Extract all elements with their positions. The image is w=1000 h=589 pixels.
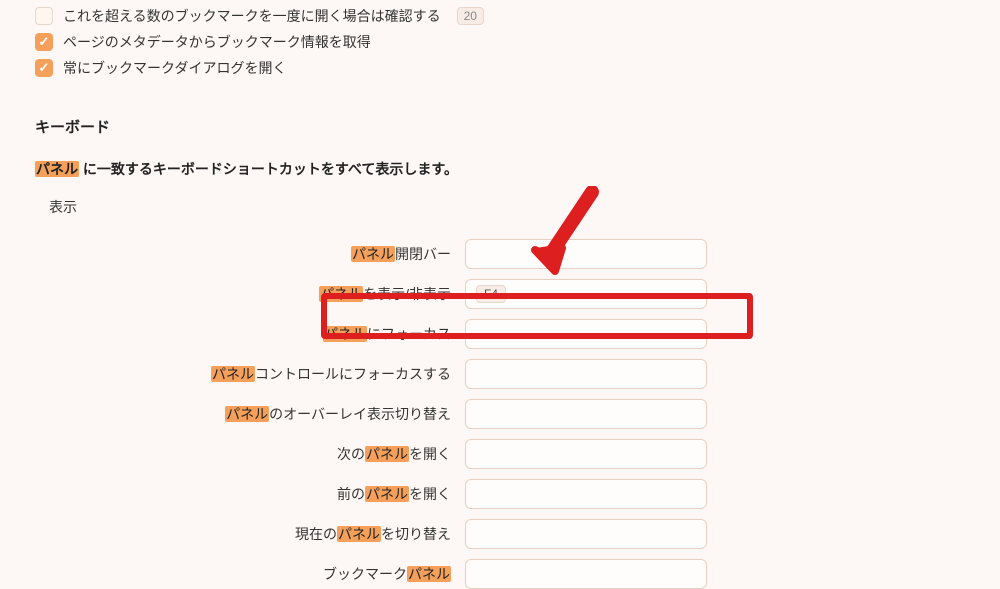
shortcut-label-suffix: 開閉バー	[395, 246, 451, 262]
checkbox-always-dialog-row: 常にブックマークダイアログを開く	[35, 58, 965, 78]
shortcut-label-highlight: パネル	[319, 286, 363, 302]
shortcut-input[interactable]	[465, 239, 707, 269]
shortcut-row: パネルにフォーカス	[35, 319, 965, 349]
shortcut-label: 前のパネルを開く	[35, 484, 465, 504]
shortcut-input[interactable]	[465, 439, 707, 469]
shortcut-label-suffix: を表示/非表示	[363, 286, 451, 302]
shortcut-input[interactable]	[465, 319, 707, 349]
checkbox-always-dialog[interactable]	[35, 59, 53, 77]
shortcut-key-chip: F4	[476, 285, 506, 303]
shortcut-label: パネルコントロールにフォーカスする	[35, 364, 465, 384]
shortcut-label: パネルのオーバーレイ表示切り替え	[35, 404, 465, 424]
checkbox-confirm-open-row: これを超える数のブックマークを一度に開く場合は確認する 20	[35, 6, 965, 26]
checkbox-metadata-label: ページのメタデータからブックマーク情報を取得	[63, 32, 371, 52]
shortcut-label-suffix: コントロールにフォーカスする	[255, 366, 451, 382]
checkbox-confirm-open[interactable]	[35, 7, 53, 25]
shortcut-label-suffix: を開く	[409, 486, 451, 502]
shortcut-row: ブックマークパネル	[35, 559, 965, 589]
shortcut-row: 現在のパネルを切り替え	[35, 519, 965, 549]
shortcut-row: パネルを表示/非表示 F4	[35, 279, 965, 309]
shortcut-label-suffix: のオーバーレイ表示切り替え	[269, 406, 451, 422]
shortcut-label-highlight: パネル	[407, 566, 451, 582]
subsection-display-title: 表示	[49, 197, 965, 217]
shortcut-label-prefix: ブックマーク	[323, 566, 407, 582]
shortcut-input[interactable]	[465, 479, 707, 509]
filter-highlight: パネル	[35, 161, 79, 177]
confirm-open-count[interactable]: 20	[457, 7, 484, 25]
shortcut-label-highlight: パネル	[337, 526, 381, 542]
shortcut-label: パネルを表示/非表示	[35, 284, 465, 304]
section-keyboard-title: キーボード	[35, 116, 965, 137]
checkbox-metadata-row: ページのメタデータからブックマーク情報を取得	[35, 32, 965, 52]
shortcut-input[interactable]	[465, 399, 707, 429]
checkbox-confirm-open-label: これを超える数のブックマークを一度に開く場合は確認する	[63, 6, 441, 26]
shortcut-label-highlight: パネル	[365, 486, 409, 502]
shortcut-label: パネル開閉バー	[35, 244, 465, 264]
shortcut-row: パネルのオーバーレイ表示切り替え	[35, 399, 965, 429]
shortcut-label-prefix: 現在の	[295, 526, 337, 542]
shortcut-label-prefix: 前の	[337, 486, 365, 502]
shortcut-label-suffix: を開く	[409, 446, 451, 462]
shortcut-input[interactable]	[465, 559, 707, 589]
shortcut-label: ブックマークパネル	[35, 564, 465, 584]
shortcut-label: 次のパネルを開く	[35, 444, 465, 464]
shortcut-input[interactable]	[465, 519, 707, 549]
shortcut-label-suffix: にフォーカス	[367, 326, 451, 342]
checkbox-always-dialog-label: 常にブックマークダイアログを開く	[63, 58, 286, 78]
filter-suffix: に一致するキーボードショートカットをすべて表示します。	[79, 161, 458, 177]
shortcut-row: 次のパネルを開く	[35, 439, 965, 469]
shortcut-label: 現在のパネルを切り替え	[35, 524, 465, 544]
checkbox-metadata[interactable]	[35, 33, 53, 51]
shortcut-label-highlight: パネル	[323, 326, 367, 342]
shortcut-input[interactable]	[465, 359, 707, 389]
shortcut-label-highlight: パネル	[225, 406, 269, 422]
shortcut-label-highlight: パネル	[211, 366, 255, 382]
shortcut-label: パネルにフォーカス	[35, 324, 465, 344]
shortcut-label-prefix: 次の	[337, 446, 365, 462]
shortcut-input[interactable]: F4	[465, 279, 707, 309]
shortcut-list: パネル開閉バーパネルを表示/非表示F4パネルにフォーカスパネルコントロールにフォ…	[35, 239, 965, 589]
shortcut-row: パネル開閉バー	[35, 239, 965, 269]
shortcut-label-highlight: パネル	[365, 446, 409, 462]
filter-description: パネル に一致するキーボードショートカットをすべて表示します。	[35, 159, 965, 179]
shortcut-row: パネルコントロールにフォーカスする	[35, 359, 965, 389]
shortcut-label-suffix: を切り替え	[381, 526, 451, 542]
shortcut-label-highlight: パネル	[351, 246, 395, 262]
shortcut-row: 前のパネルを開く	[35, 479, 965, 509]
